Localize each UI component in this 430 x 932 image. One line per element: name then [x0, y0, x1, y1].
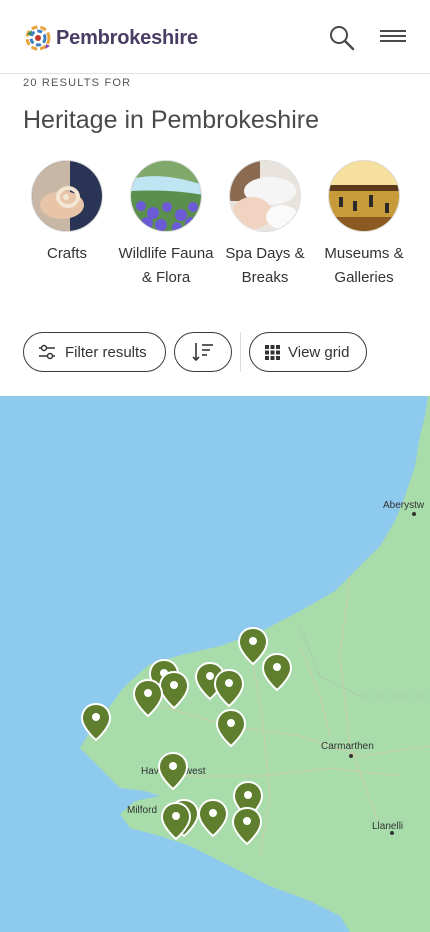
- view-grid-label: View grid: [288, 343, 350, 361]
- page-title: Heritage in Pembrokeshire: [23, 106, 319, 134]
- toolbar-divider: [240, 332, 241, 372]
- sliders-icon: [39, 344, 55, 360]
- category-wildlife[interactable]: Wildlife Fauna & Flora: [116, 158, 216, 290]
- wildlife-photo: [130, 160, 202, 232]
- category-label: Crafts: [46, 245, 87, 262]
- menu-line: [380, 35, 406, 37]
- map-marker-icon[interactable]: [80, 702, 112, 742]
- filter-label: Filter results: [65, 343, 147, 361]
- map-marker-icon[interactable]: [215, 708, 247, 748]
- search-button[interactable]: [328, 24, 356, 52]
- crafts-photo: [31, 160, 103, 232]
- brand-name: Pembrokeshire: [56, 26, 198, 49]
- map-marker-icon[interactable]: [231, 806, 263, 846]
- map-marker-icon[interactable]: [157, 751, 189, 791]
- spa-photo: [229, 160, 301, 232]
- sort-icon: [192, 343, 213, 362]
- category-label: Museums & Galleries: [324, 245, 404, 286]
- menu-button[interactable]: [380, 30, 406, 46]
- filter-results-button[interactable]: Filter results: [23, 332, 166, 372]
- category-spa[interactable]: Spa Days & Breaks: [215, 158, 315, 290]
- map-marker-icon[interactable]: [213, 668, 245, 708]
- results-count: 20 RESULTS FOR: [23, 77, 132, 89]
- pembrokeshire-logo-icon: [25, 25, 51, 51]
- category-museums[interactable]: Museums & Galleries: [314, 158, 414, 290]
- map-label: Llanelli: [372, 821, 404, 832]
- map-marker-icon[interactable]: [197, 798, 229, 838]
- category-carousel: Crafts Wildlife Fauna & Flora Spa Days &…: [0, 158, 430, 318]
- category-label: Wildlife Fauna & Flora: [118, 245, 214, 286]
- view-grid-button[interactable]: View grid: [249, 332, 367, 372]
- map-marker-icon[interactable]: [160, 801, 192, 841]
- map-label: Aberystw: [383, 500, 425, 511]
- category-crafts[interactable]: Crafts: [17, 158, 117, 266]
- results-toolbar: Filter results View grid: [0, 330, 430, 376]
- map-label: Milford: [127, 805, 158, 816]
- map-label: Carmarthen: [321, 741, 374, 752]
- site-header: Pembrokeshire: [0, 0, 430, 74]
- hamburger-menu-icon: [380, 30, 406, 32]
- menu-line: [380, 40, 406, 42]
- category-label: Spa Days & Breaks: [225, 245, 305, 286]
- sort-button[interactable]: [174, 332, 232, 372]
- results-map[interactable]: Aberystw Carmarthen Haverfordwest Milfor…: [0, 396, 430, 932]
- search-icon: [330, 26, 355, 51]
- grid-icon: [265, 344, 280, 360]
- map-marker-icon[interactable]: [132, 678, 164, 718]
- brand-logo[interactable]: Pembrokeshire: [24, 24, 198, 52]
- museum-photo: [328, 160, 400, 232]
- map-marker-icon[interactable]: [261, 652, 293, 692]
